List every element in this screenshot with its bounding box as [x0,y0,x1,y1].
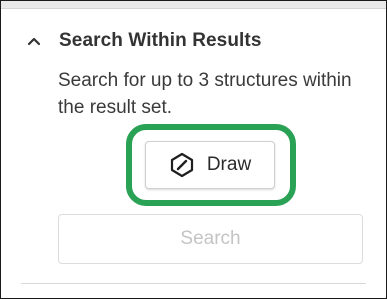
panel-top-divider [1,1,386,9]
panel-bottom-divider [21,283,366,284]
section-title: Search Within Results [59,30,262,51]
search-button-label: Search [180,228,241,249]
section-header-toggle[interactable]: Search Within Results [23,25,363,57]
draw-button-label: Draw [206,154,252,175]
chevron-up-icon [25,32,43,50]
search-within-results-panel: Search Within Results Search for up to 3… [0,0,387,299]
section-description: Search for up to 3 structures within the… [58,70,352,118]
draw-button[interactable]: Draw [145,141,275,189]
pencil-icon [169,152,195,178]
search-button[interactable]: Search [58,214,363,264]
